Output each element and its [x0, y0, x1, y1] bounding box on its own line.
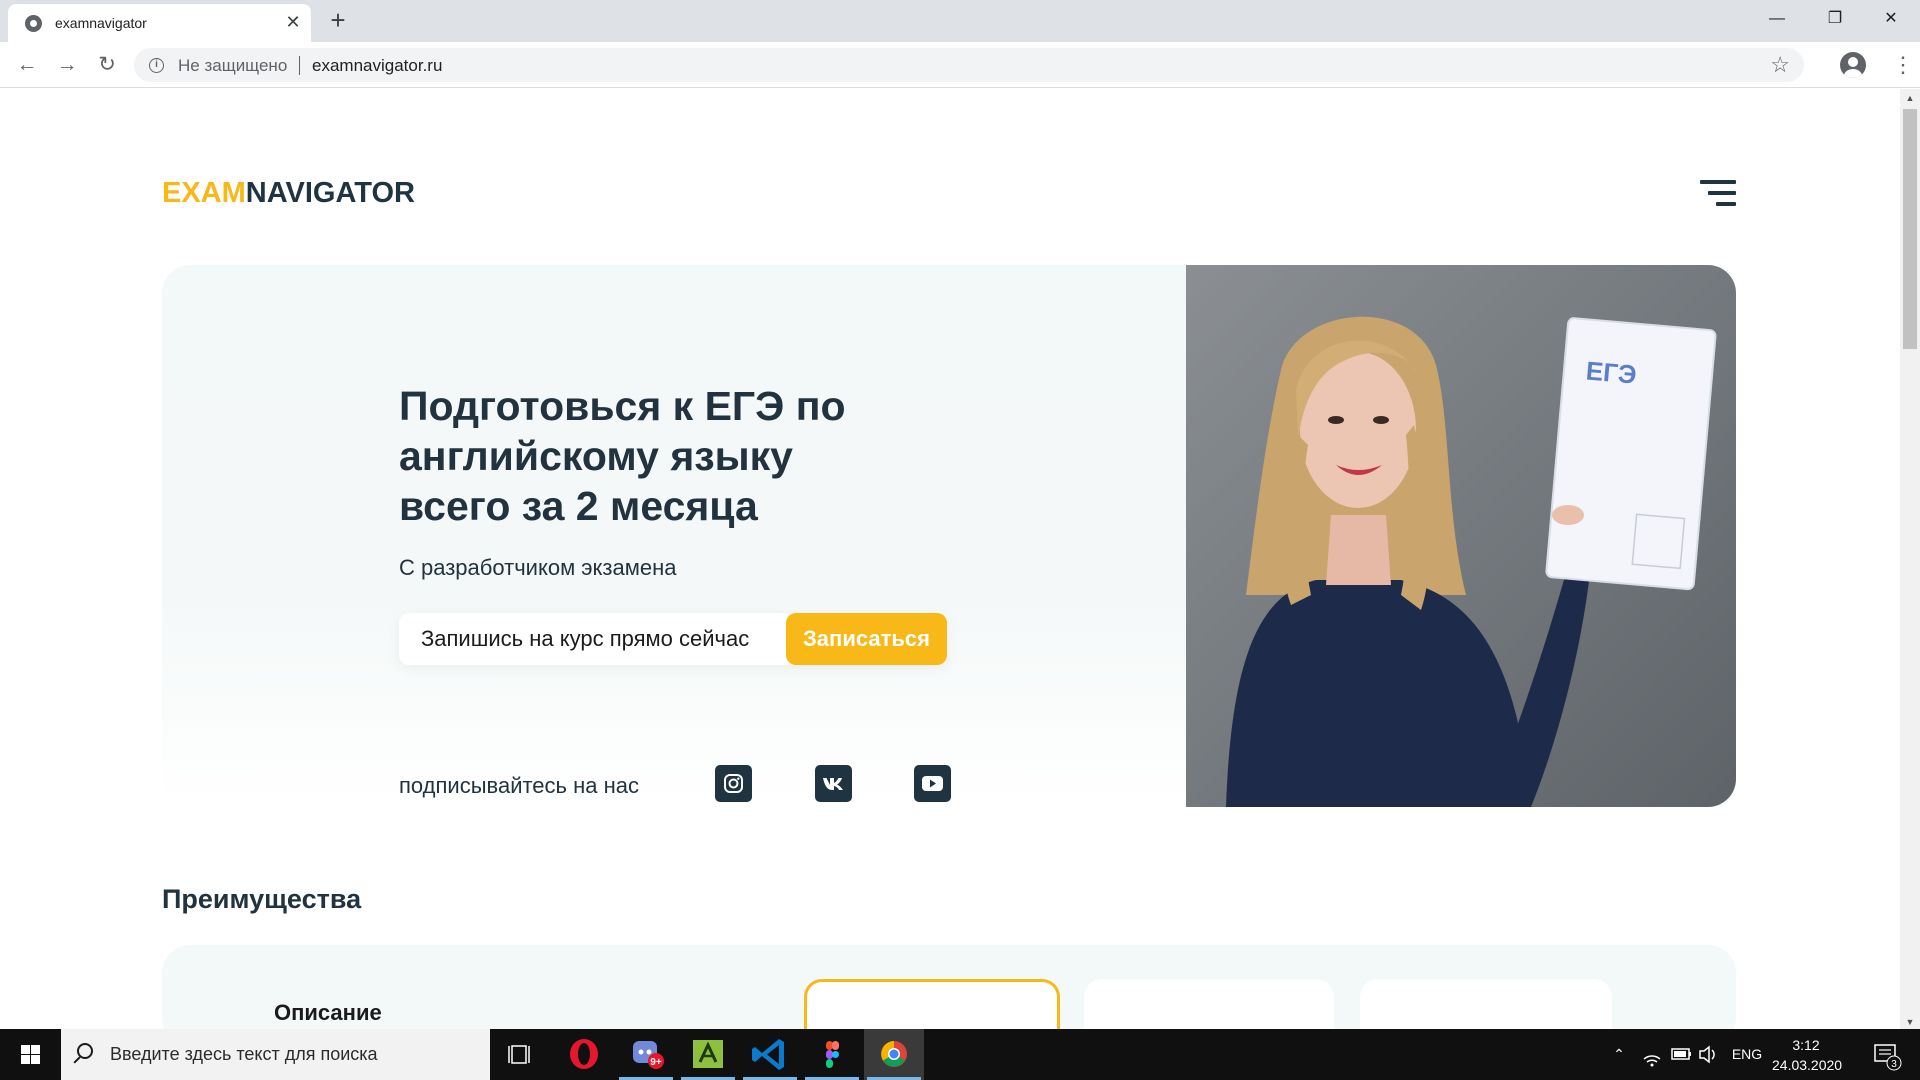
youtube-icon[interactable]	[914, 765, 951, 802]
instagram-icon[interactable]	[715, 765, 752, 802]
globe-icon	[25, 15, 42, 32]
hero-title: Подготовься к ЕГЭ по английскому языку в…	[399, 383, 846, 529]
advantages-title: Преимущества	[162, 884, 362, 914]
opera-icon[interactable]	[554, 1029, 614, 1080]
figma-icon[interactable]	[802, 1029, 862, 1080]
taskbar-search-placeholder: Введите здесь текст для поиска	[110, 1044, 378, 1064]
tab-close-icon[interactable]: ✕	[283, 12, 303, 32]
signup-form: Запишись на курс прямо сейчас Записаться	[399, 613, 947, 665]
page-scrollbar[interactable]: ▲ ▼	[1900, 89, 1920, 1029]
translator-icon[interactable]	[678, 1029, 738, 1080]
notification-center-icon[interactable]: 3	[1866, 1029, 1906, 1080]
url-text[interactable]: examnavigator.ru	[312, 56, 442, 76]
site-logo[interactable]: EXAMNAVIGATOR	[162, 177, 415, 210]
clock[interactable]: 3:12 24.03.2020	[1772, 1035, 1843, 1075]
bookmark-star-icon[interactable]: ☆	[1770, 52, 1790, 78]
browser-toolbar: ← → ↻ i Не защищено examnavigator.ru ☆ ⋮	[0, 42, 1920, 88]
windows-start-icon[interactable]	[0, 1029, 60, 1080]
description-label: Описание	[274, 1000, 382, 1025]
feature-card[interactable]	[1360, 979, 1612, 1029]
security-status[interactable]: Не защищено	[178, 56, 287, 76]
browser-tab[interactable]: examnavigator ✕	[8, 4, 311, 42]
task-view-icon[interactable]	[490, 1029, 550, 1080]
minimize-button[interactable]: —	[1748, 0, 1806, 38]
battery-icon[interactable]	[1667, 1029, 1695, 1080]
taskbar-search[interactable]: Введите здесь текст для поиска	[61, 1029, 490, 1080]
notification-count: 3	[1891, 1059, 1897, 1070]
logo-navigator: NAVIGATOR	[245, 177, 415, 209]
advantages-panel: Описание	[162, 945, 1736, 1029]
hamburger-menu-icon[interactable]	[1700, 180, 1736, 206]
clock-date: 24.03.2020	[1772, 1057, 1843, 1073]
signup-button[interactable]: Записаться	[786, 613, 947, 665]
scroll-thumb[interactable]	[1903, 109, 1917, 349]
url-divider	[299, 56, 300, 75]
scroll-down-arrow-icon[interactable]: ▼	[1900, 1017, 1920, 1027]
tab-title: examnavigator	[55, 15, 147, 31]
social-label: подписывайтесь на нас	[399, 773, 640, 798]
browser-menu-icon[interactable]: ⋮	[1892, 50, 1914, 80]
volume-icon[interactable]	[1694, 1029, 1722, 1080]
logo-exam: EXAM	[162, 177, 246, 209]
search-icon	[77, 1043, 93, 1059]
feature-card[interactable]	[1084, 979, 1334, 1029]
new-tab-button[interactable]: +	[325, 7, 351, 34]
scroll-up-arrow-icon[interactable]: ▲	[1900, 93, 1920, 103]
feature-card-active[interactable]	[804, 979, 1060, 1029]
info-icon[interactable]: i	[149, 58, 164, 73]
maximize-button[interactable]: ❐	[1806, 0, 1864, 38]
vscode-icon[interactable]	[740, 1029, 800, 1080]
taskbar: Введите здесь текст для поиска 9+ ⌃ ENG …	[0, 1029, 1920, 1080]
signup-input[interactable]: Запишись на курс прямо сейчас	[421, 626, 749, 652]
chrome-icon[interactable]	[864, 1029, 924, 1080]
page-viewport: EXAMNAVIGATOR Подготовься к ЕГЭ по англи…	[0, 89, 1900, 1029]
address-bar[interactable]: i Не защищено examnavigator.ru ☆	[134, 48, 1804, 82]
vk-icon[interactable]	[815, 765, 852, 802]
close-window-button[interactable]: ✕	[1862, 0, 1920, 38]
discord-badge: 9+	[650, 1057, 662, 1068]
back-button[interactable]: ←	[12, 50, 42, 80]
envelope-label: ЕГЭ	[1585, 355, 1638, 389]
language-indicator[interactable]: ENG	[1728, 1029, 1766, 1080]
hero-photo: ЕГЭ	[1186, 265, 1736, 807]
wifi-icon[interactable]	[1638, 1029, 1666, 1080]
discord-icon[interactable]: 9+	[616, 1029, 676, 1080]
clock-time: 3:12	[1792, 1037, 1820, 1053]
tray-chevron-icon[interactable]: ⌃	[1605, 1029, 1633, 1080]
reload-button[interactable]: ↻	[92, 50, 122, 80]
profile-avatar-icon[interactable]	[1840, 52, 1866, 78]
browser-tab-bar: examnavigator ✕ + — ❐ ✕	[0, 0, 1920, 42]
forward-button[interactable]: →	[52, 50, 82, 80]
hero-subtitle: С разработчиком экзамена	[399, 555, 677, 580]
